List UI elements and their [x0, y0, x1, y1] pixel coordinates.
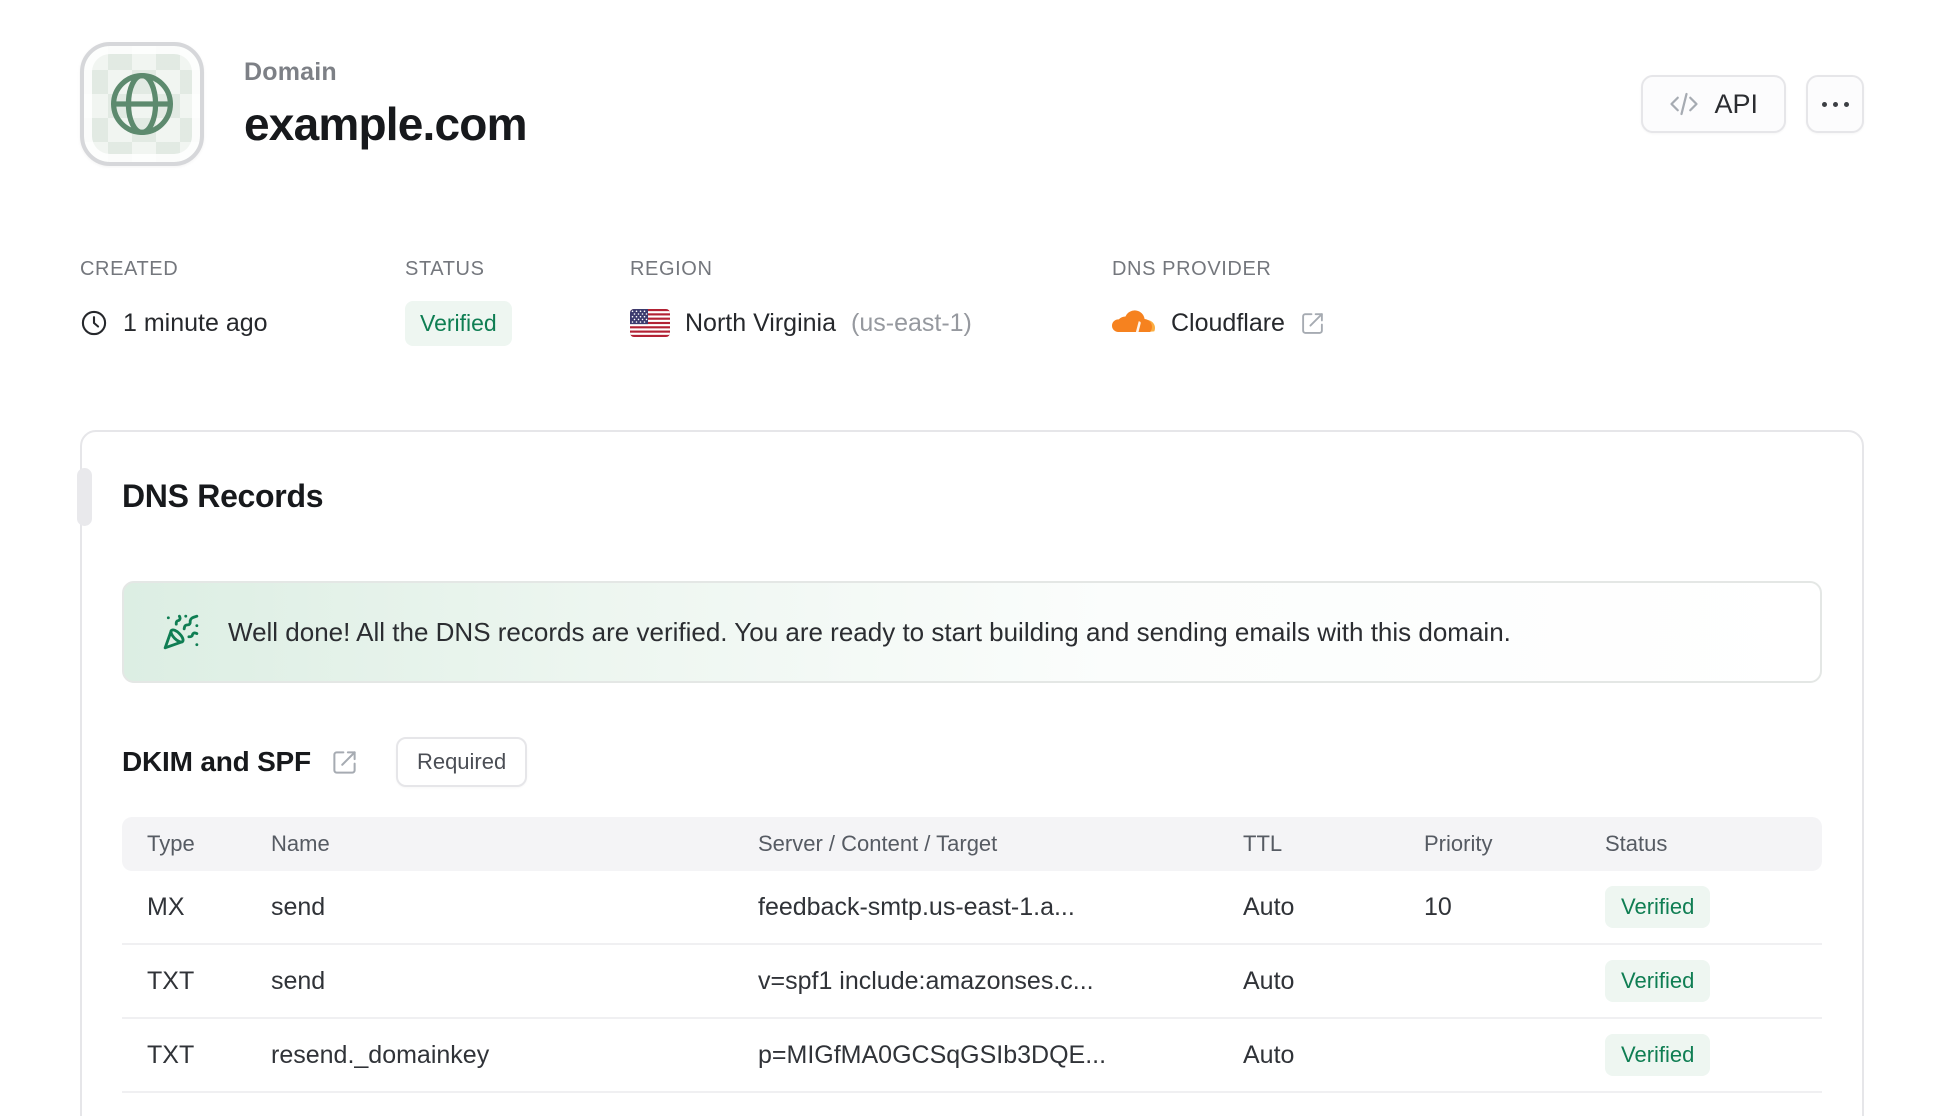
- domain-kicker: Domain: [244, 57, 337, 86]
- cell-ttl: Auto: [1243, 966, 1295, 995]
- api-button[interactable]: API: [1641, 75, 1786, 133]
- created-value: 1 minute ago: [123, 308, 268, 337]
- cell-content: feedback-smtp.us-east-1.a...: [758, 892, 1075, 921]
- col-type: Type: [147, 831, 195, 856]
- success-banner-text: Well done! All the DNS records are verif…: [228, 616, 1511, 647]
- cell-name: send: [271, 892, 326, 921]
- meta-region: REGION North Virginia (us-east-1): [630, 258, 1112, 346]
- clock-icon: [81, 310, 107, 336]
- cell-content: v=spf1 include:amazonses.c...: [758, 966, 1094, 995]
- dns-provider-link[interactable]: Cloudflare: [1112, 308, 1325, 338]
- cell-content: p=MIGfMA0GCSqGSIb3DQE...: [758, 1040, 1107, 1069]
- dns-provider-label: DNS PROVIDER: [1112, 258, 1272, 280]
- status-badge: Verified: [1605, 960, 1711, 1002]
- region-code: (us-east-1): [851, 308, 972, 337]
- domain-avatar: [80, 42, 204, 166]
- domain-meta: CREATED 1 minute ago STATUS Verified REG…: [80, 258, 1864, 346]
- dns-records-title: DNS Records: [122, 478, 324, 514]
- us-flag-icon: [630, 309, 670, 337]
- globe-icon: [111, 73, 173, 135]
- cell-type: TXT: [147, 966, 195, 995]
- external-link-icon[interactable]: [331, 749, 358, 776]
- region-label: REGION: [630, 258, 713, 280]
- table-row: TXT send v=spf1 include:amazonses.c... A…: [122, 945, 1822, 1019]
- section-marker: [77, 468, 92, 526]
- table-row: MX send feedback-smtp.us-east-1.a... Aut…: [122, 871, 1822, 945]
- domain-detail-page: Domain example.com API CREATED 1 minute …: [0, 0, 1944, 1116]
- created-label: CREATED: [80, 258, 179, 280]
- status-badge: Verified: [1605, 886, 1711, 928]
- cell-ttl: Auto: [1243, 892, 1295, 921]
- meta-status: STATUS Verified: [405, 258, 630, 346]
- header-text: Domain example.com: [244, 58, 527, 151]
- meta-dns-provider: DNS PROVIDER Cloudflare: [1112, 258, 1325, 346]
- cell-name: resend._domainkey: [271, 1040, 490, 1069]
- table-row: TXT resend._domainkey p=MIGfMA0GCSqGSIb3…: [122, 1019, 1822, 1093]
- region-value: North Virginia: [685, 308, 837, 337]
- cell-ttl: Auto: [1243, 1040, 1295, 1069]
- col-name: Name: [271, 831, 330, 856]
- dkim-spf-heading: DKIM and SPF: [122, 746, 311, 777]
- party-popper-icon: [163, 614, 199, 650]
- cell-type: TXT: [147, 1040, 195, 1069]
- dns-table: Type Name Server / Content / Target TTL …: [122, 817, 1822, 1093]
- status-badge: Verified: [1605, 1034, 1711, 1076]
- dns-provider-value: Cloudflare: [1171, 308, 1285, 337]
- col-ttl: TTL: [1243, 831, 1283, 856]
- cloudflare-cloud-icon: [1112, 310, 1155, 332]
- external-link-icon: [1302, 312, 1323, 334]
- status-label: STATUS: [405, 258, 485, 280]
- meta-created: CREATED 1 minute ago: [80, 258, 405, 346]
- api-button-label: API: [1714, 88, 1758, 119]
- header-actions: API: [1641, 75, 1864, 133]
- dns-table-header: Type Name Server / Content / Target TTL …: [122, 817, 1822, 871]
- page-header: Domain example.com API: [80, 42, 1864, 166]
- code-icon: [1670, 92, 1699, 116]
- success-banner: Well done! All the DNS records are verif…: [122, 581, 1822, 683]
- col-priority: Priority: [1424, 831, 1493, 856]
- status-badge: Verified: [405, 301, 512, 346]
- required-badge: Required: [395, 737, 528, 787]
- col-content: Server / Content / Target: [758, 831, 998, 856]
- col-status: Status: [1605, 831, 1668, 856]
- ellipsis-icon: [1821, 101, 1827, 107]
- more-menu-button[interactable]: [1806, 75, 1864, 133]
- cell-type: MX: [147, 892, 185, 921]
- cell-name: send: [271, 966, 326, 995]
- page-title: example.com: [244, 97, 527, 150]
- dns-records-card: DNS Records Well done! All the DNS recor…: [77, 430, 1864, 1116]
- dkim-spf-section-header: DKIM and SPF Required: [122, 737, 1822, 787]
- cell-priority: 10: [1424, 892, 1452, 921]
